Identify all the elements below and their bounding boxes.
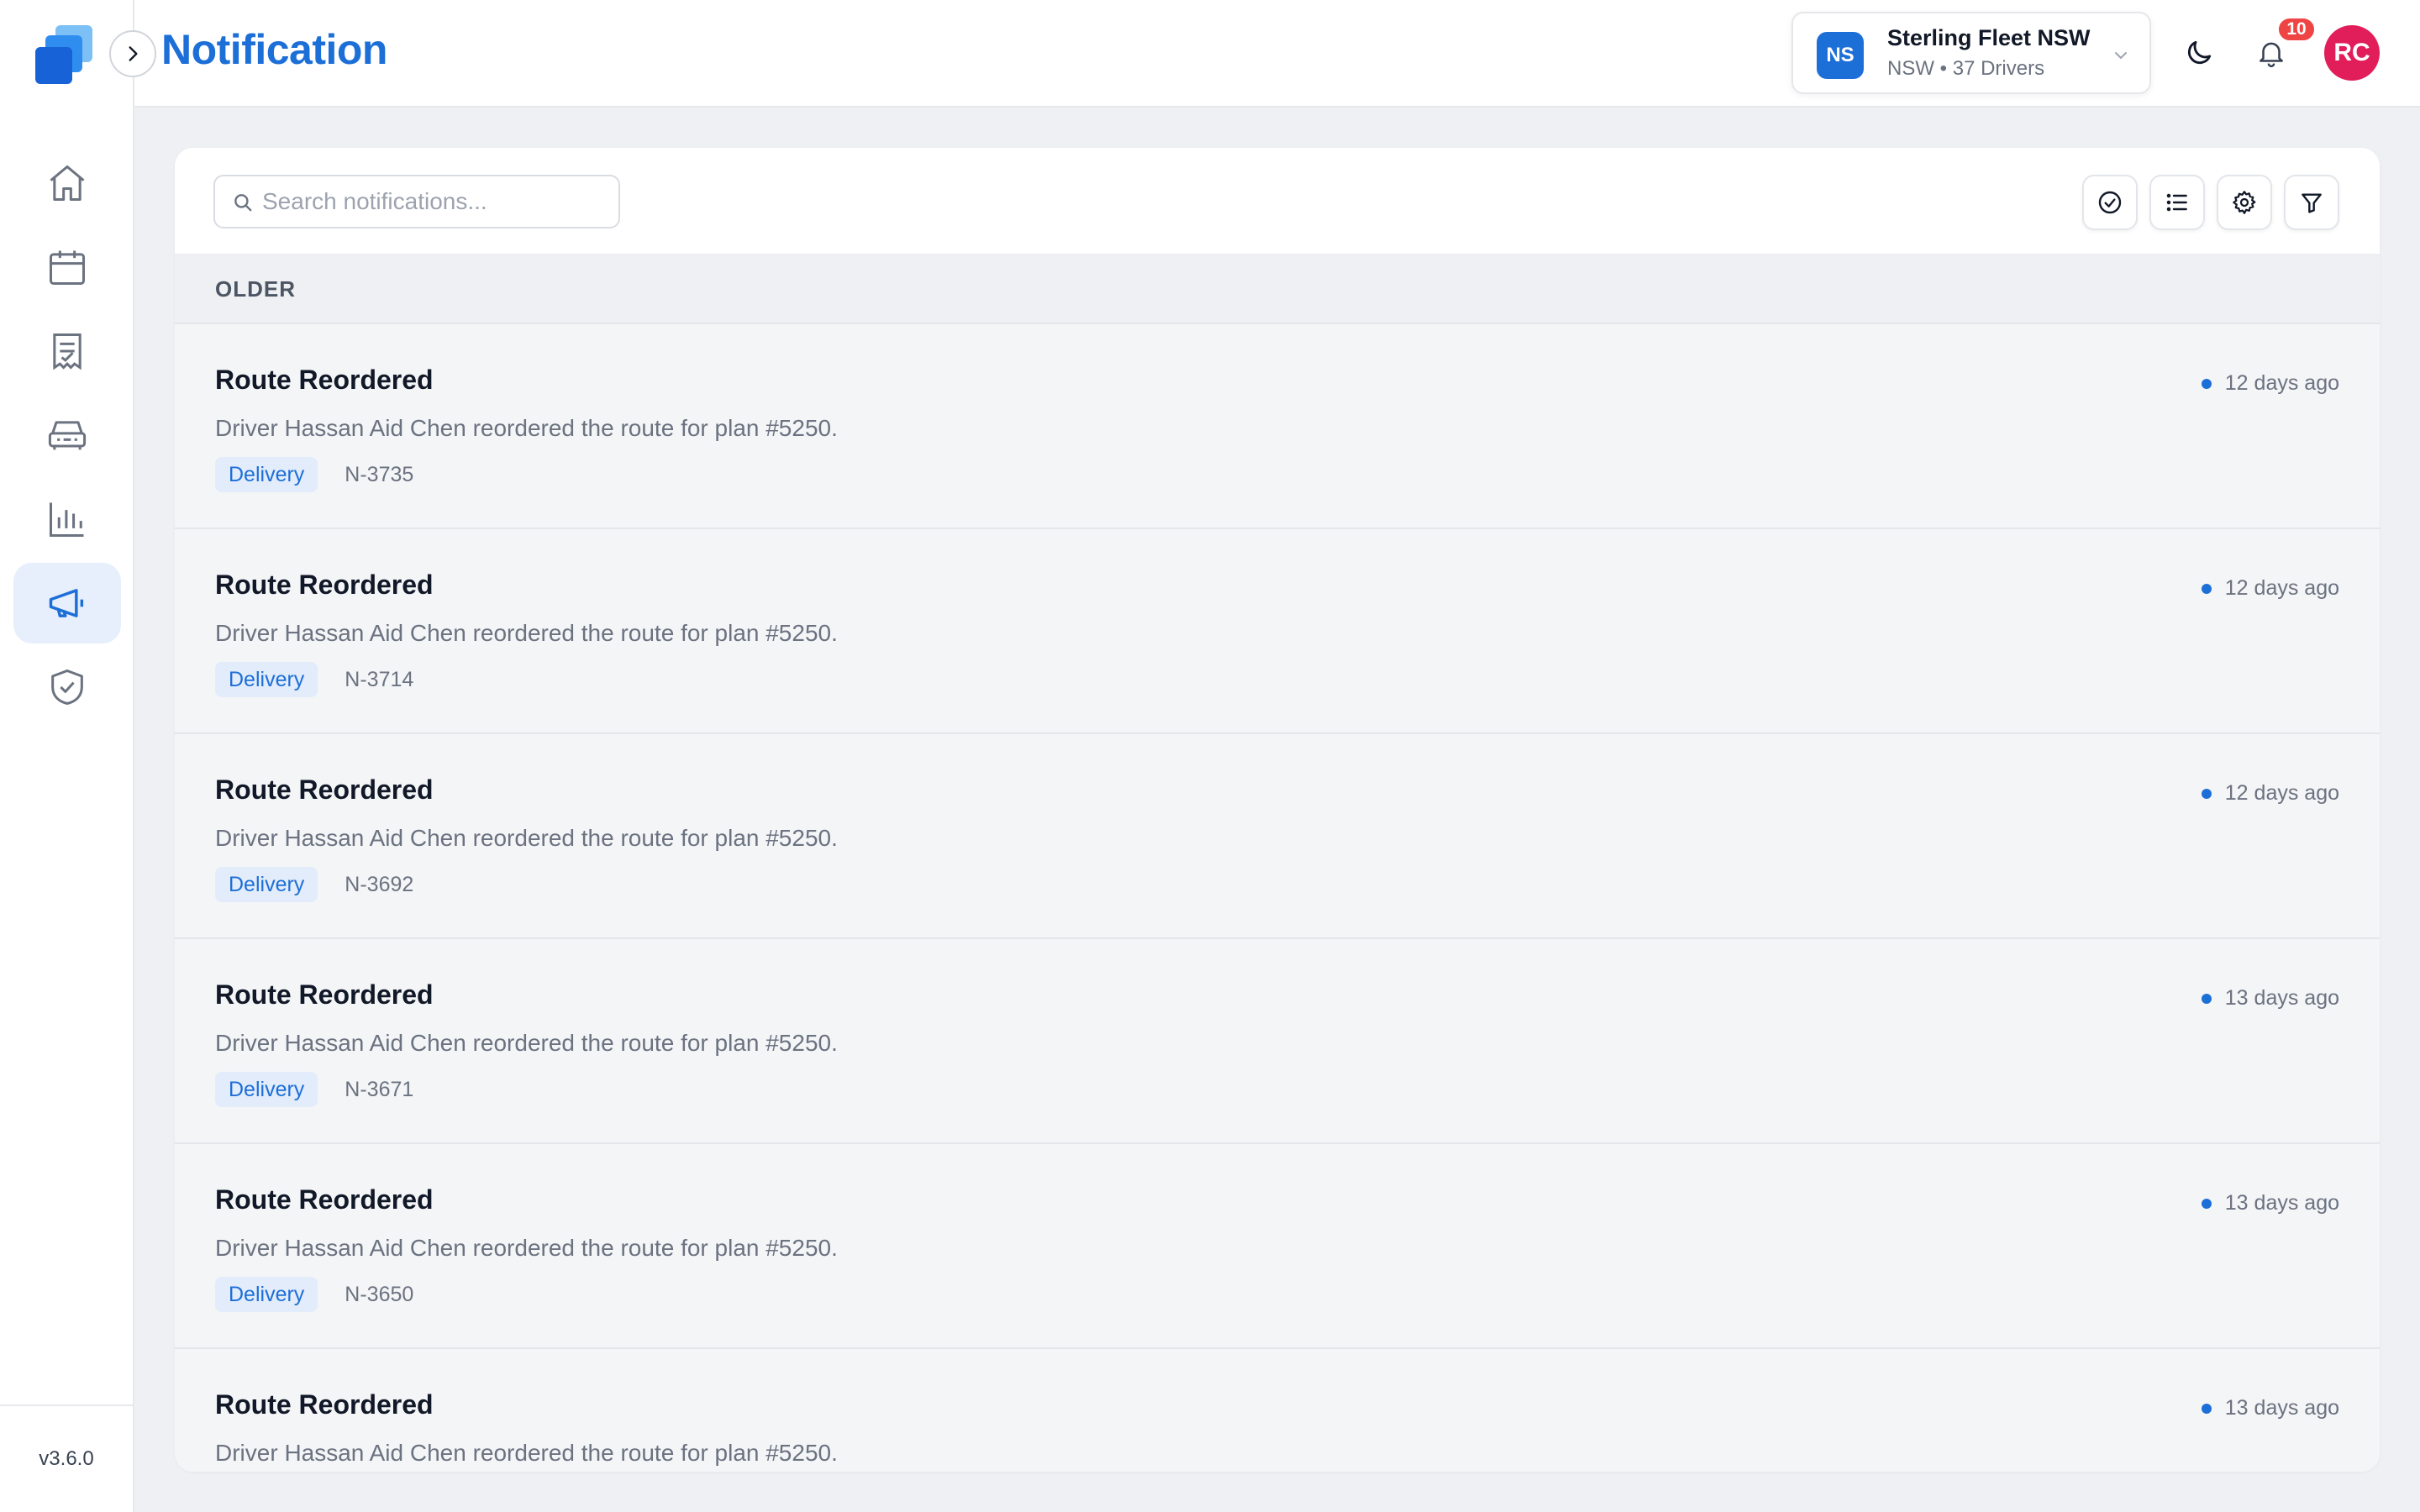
notification-message: Driver Hassan Aid Chen reordered the rou…	[215, 620, 838, 646]
notification-meta: Delivery N-3735	[215, 457, 413, 492]
notification-message: Driver Hassan Aid Chen reordered the rou…	[215, 1235, 838, 1261]
bar-chart-icon	[49, 502, 84, 538]
filter-button[interactable]	[2284, 175, 2339, 230]
list-view-button[interactable]	[2149, 175, 2205, 230]
category-tag: Delivery	[215, 662, 318, 697]
notification-meta: Delivery N-3650	[215, 1277, 413, 1312]
category-tag: Delivery	[215, 1072, 318, 1107]
user-avatar[interactable]: RC	[2324, 25, 2380, 81]
sidebar-item-calendar[interactable]	[13, 227, 121, 307]
moon-icon	[2187, 40, 2212, 65]
sidebar-nav	[13, 143, 121, 731]
notification-time: 13 days ago	[2201, 1396, 2339, 1420]
org-name: Sterling Fleet NSW	[1887, 25, 2091, 50]
notification-time: 13 days ago	[2201, 1191, 2339, 1215]
notification-id: N-3650	[345, 1282, 414, 1306]
category-tag: Delivery	[215, 457, 318, 492]
notification-time: 12 days ago	[2201, 576, 2339, 601]
notifications-toolbar	[175, 148, 2380, 255]
sidebar: v3.6.0	[0, 0, 134, 1512]
sidebar-item-receipts[interactable]	[13, 311, 121, 391]
page-title: Notification	[161, 26, 387, 73]
calendar-icon	[49, 250, 86, 286]
search-box	[213, 175, 620, 228]
notification-title: Route Reordered	[215, 979, 434, 1010]
sidebar-item-vehicles[interactable]	[13, 395, 121, 475]
chevron-down-icon	[2115, 52, 2127, 60]
notification-message: Driver Hassan Aid Chen reordered the rou…	[215, 1440, 838, 1466]
time-label: 13 days ago	[2224, 1396, 2339, 1420]
gear-icon	[2233, 191, 2256, 214]
search-icon	[234, 194, 252, 212]
notifications-panel: OLDER Route Reordered Driver Hassan Aid …	[175, 148, 2380, 1472]
time-label: 13 days ago	[2224, 986, 2339, 1010]
time-label: 12 days ago	[2224, 781, 2339, 805]
unread-dot	[2201, 788, 2212, 799]
category-tag: Delivery	[215, 1277, 318, 1312]
notification-message: Driver Hassan Aid Chen reordered the rou…	[215, 1030, 838, 1056]
app-root: v3.6.0 Notification NS Sterling Fleet NS…	[0, 0, 2420, 1512]
notification-item[interactable]: Route Reordered Driver Hassan Aid Chen r…	[175, 1349, 2380, 1472]
top-header: Notification NS Sterling Fleet NSW NSW •…	[109, 0, 2420, 108]
bell-icon	[2260, 42, 2283, 68]
unread-dot	[2201, 993, 2212, 1004]
time-label: 13 days ago	[2224, 1191, 2339, 1215]
notification-time: 12 days ago	[2201, 781, 2339, 806]
notification-id: N-3671	[345, 1077, 414, 1101]
receipt-icon	[53, 333, 82, 370]
notification-message: Driver Hassan Aid Chen reordered the rou…	[215, 415, 838, 441]
app-logo[interactable]	[30, 22, 103, 94]
app-version: v3.6.0	[0, 1404, 133, 1512]
notification-item[interactable]: Route Reordered Driver Hassan Aid Chen r…	[175, 734, 2380, 939]
org-badge: NS	[1817, 32, 1864, 79]
org-subtitle: NSW • 37 Drivers	[1887, 57, 2045, 80]
notification-id: N-3735	[345, 462, 414, 486]
category-tag: Delivery	[215, 867, 318, 902]
car-icon	[48, 421, 87, 450]
home-icon	[50, 165, 85, 202]
sidebar-item-reports[interactable]	[13, 479, 121, 559]
sidebar-toggle-button[interactable]	[109, 30, 156, 77]
mark-all-read-button[interactable]	[2082, 175, 2138, 230]
filter-icon	[2302, 193, 2322, 213]
megaphone-icon	[49, 589, 84, 617]
notification-item[interactable]: Route Reordered Driver Hassan Aid Chen r…	[175, 1144, 2380, 1349]
section-header-older: OLDER	[175, 255, 2380, 324]
list-icon	[2166, 193, 2187, 212]
notification-id: N-3692	[345, 872, 414, 896]
unread-dot	[2201, 378, 2212, 389]
notification-count-badge: 10	[2277, 17, 2316, 42]
notification-message: Driver Hassan Aid Chen reordered the rou…	[215, 825, 838, 851]
unread-dot	[2201, 1198, 2212, 1209]
notification-list: Route Reordered Driver Hassan Aid Chen r…	[175, 324, 2380, 1472]
notification-title: Route Reordered	[215, 774, 434, 805]
notification-id: N-3714	[345, 667, 414, 691]
theme-toggle-button[interactable]	[2180, 34, 2218, 72]
chevron-right-icon	[129, 46, 138, 61]
sidebar-item-notifications[interactable]	[13, 563, 121, 643]
unread-dot	[2201, 1403, 2212, 1414]
notification-time: 12 days ago	[2201, 371, 2339, 396]
notification-title: Route Reordered	[215, 570, 434, 600]
time-label: 12 days ago	[2224, 576, 2339, 600]
search-input[interactable]	[262, 183, 607, 220]
settings-button[interactable]	[2217, 175, 2272, 230]
notification-meta: Delivery N-3692	[215, 867, 413, 902]
shield-check-icon	[51, 669, 83, 706]
notification-meta: Delivery N-3671	[215, 1072, 413, 1107]
notification-title: Route Reordered	[215, 1184, 434, 1215]
notification-title: Route Reordered	[215, 365, 434, 395]
notification-item[interactable]: Route Reordered Driver Hassan Aid Chen r…	[175, 529, 2380, 734]
notification-time: 13 days ago	[2201, 986, 2339, 1011]
sidebar-item-home[interactable]	[13, 143, 121, 223]
check-circle-icon	[2098, 191, 2122, 214]
sidebar-item-compliance[interactable]	[13, 647, 121, 727]
notification-item[interactable]: Route Reordered Driver Hassan Aid Chen r…	[175, 324, 2380, 529]
notification-title: Route Reordered	[215, 1389, 434, 1420]
notification-meta: Delivery N-3714	[215, 662, 413, 697]
unread-dot	[2201, 583, 2212, 594]
time-label: 12 days ago	[2224, 371, 2339, 395]
org-switcher[interactable]: NS Sterling Fleet NSW NSW • 37 Drivers	[1791, 12, 2151, 94]
notification-item[interactable]: Route Reordered Driver Hassan Aid Chen r…	[175, 939, 2380, 1144]
